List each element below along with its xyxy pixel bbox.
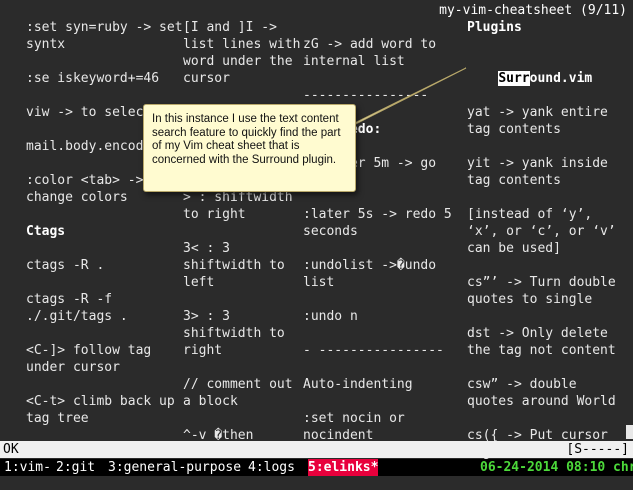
surround-heading-rest: ound.vim xyxy=(529,71,593,86)
cheatsheet-line: cursor xyxy=(183,71,230,86)
cheatsheet-line: ctags -R . xyxy=(26,258,105,273)
status-message: OK xyxy=(3,442,19,457)
cheatsheet-line: :color <tab> -> xyxy=(26,173,144,188)
cheatsheet-line: // comment out xyxy=(183,377,293,392)
terminal-screen: my-vim-cheatsheet (9/11) :set syn=ruby -… xyxy=(0,0,633,490)
cheatsheet-line: to right xyxy=(183,207,246,222)
surround-heading: Surround.vim xyxy=(467,53,592,86)
cheatsheet-line: Plugins xyxy=(467,20,522,35)
cheatsheet-line: :later 5s -> redo 5 xyxy=(303,207,452,222)
cheatsheet-line: internal list xyxy=(303,54,405,69)
bottom-band xyxy=(0,476,633,490)
cheatsheet-line: tag tree xyxy=(26,411,89,426)
cheatsheet-line: right xyxy=(183,343,223,358)
cheatsheet-line: <C-]> follow tag xyxy=(26,343,152,358)
tmux-status-bar: 06-24-2014 08:10 chr 1:vim- 2:git 3:genera… xyxy=(0,459,633,476)
cheatsheet-line: list lines with xyxy=(183,37,301,52)
tmux-window-1[interactable]: 1:vim- xyxy=(4,459,51,476)
cheatsheet-line: can be used] xyxy=(467,241,561,256)
tmux-window-4[interactable]: 4:logs xyxy=(248,459,295,476)
cheatsheet-line: cs”’ -> Turn double xyxy=(467,275,616,290)
cheatsheet-line: quotes around World xyxy=(467,394,616,409)
cheatsheet-line: ctags -R -f xyxy=(26,292,113,307)
cheatsheet-line: yat -> yank entire xyxy=(467,105,608,120)
cheatsheet-line: quotes to single xyxy=(467,292,593,307)
tmux-clock: 06-24-2014 08:10 chr xyxy=(480,460,633,475)
search-match-highlight: Surr xyxy=(498,71,530,86)
cheatsheet-line: tag contents xyxy=(467,122,561,137)
cheatsheet-line: csw” -> double xyxy=(467,377,577,392)
callout-text: In this instance I use the text content … xyxy=(152,113,341,166)
cheatsheet-line: shiftwidth to xyxy=(183,258,285,273)
status-bar: OK [S-----] xyxy=(0,441,633,458)
cheatsheet-line: list xyxy=(303,275,335,290)
tmux-window-5[interactable]: 5:elinks* xyxy=(308,459,379,476)
cheatsheet-line: ./.git/tags . xyxy=(26,309,128,324)
cheatsheet-line: Ctags xyxy=(26,224,66,239)
cheatsheet-line: left xyxy=(183,275,215,290)
cheatsheet-line: a block xyxy=(183,394,238,409)
tmux-window-3[interactable]: 3:general-purpose xyxy=(108,459,241,476)
cheatsheet-line: :undo n xyxy=(303,309,358,324)
cheatsheet-line: mail.body.encode xyxy=(26,139,152,154)
page-title: my-vim-cheatsheet (9/11) xyxy=(439,3,627,18)
cheatsheet-line: syntx xyxy=(26,37,66,52)
tmux-window-2[interactable]: 2:git xyxy=(56,459,95,476)
cheatsheet-line: [I and ]I -> xyxy=(183,20,277,35)
cheatsheet-line: :se iskeyword+=46 xyxy=(26,71,160,86)
cheatsheet-line: :set nocin or xyxy=(303,411,405,426)
cheatsheet-line: :set syn=ruby -> set xyxy=(26,20,183,35)
annotation-callout: In this instance I use the text content … xyxy=(143,104,356,192)
cheatsheet-line: under cursor xyxy=(26,360,120,375)
cheatsheet-line: tag contents xyxy=(467,173,561,188)
cheatsheet-line: zG -> add word to xyxy=(303,37,437,52)
cheatsheet-line: seconds xyxy=(303,224,358,239)
cheatsheet-line: 3< : 3 xyxy=(183,241,230,256)
cheatsheet-line: ‘x’, or ‘c’, or ‘v’ xyxy=(467,224,616,239)
cheatsheet-line: ---------------- xyxy=(303,88,429,103)
cheatsheet-line: Auto-indenting xyxy=(303,377,413,392)
mode-indicator: [S-----] xyxy=(566,442,629,457)
cheatsheet-line: dst -> Only delete xyxy=(467,326,608,341)
cheatsheet-line: shiftwidth to xyxy=(183,326,285,341)
cheatsheet-line: word under the xyxy=(183,54,293,69)
cheatsheet-line: change colors xyxy=(26,190,128,205)
cheatsheet-line: yit -> yank inside xyxy=(467,156,608,171)
cheatsheet-line: [instead of ‘y’, xyxy=(467,207,593,222)
cheatsheet-line: viw -> to select xyxy=(26,105,152,120)
cheatsheet-line: 3> : 3 xyxy=(183,309,230,324)
cheatsheet-line: the tag not content xyxy=(467,343,616,358)
cheatsheet-line: :undolist ->�undo xyxy=(303,258,437,273)
scrollbar[interactable] xyxy=(626,425,633,439)
cheatsheet-line: <C-t> climb back up xyxy=(26,394,175,409)
cheatsheet-line: - ---------------- xyxy=(303,343,444,358)
